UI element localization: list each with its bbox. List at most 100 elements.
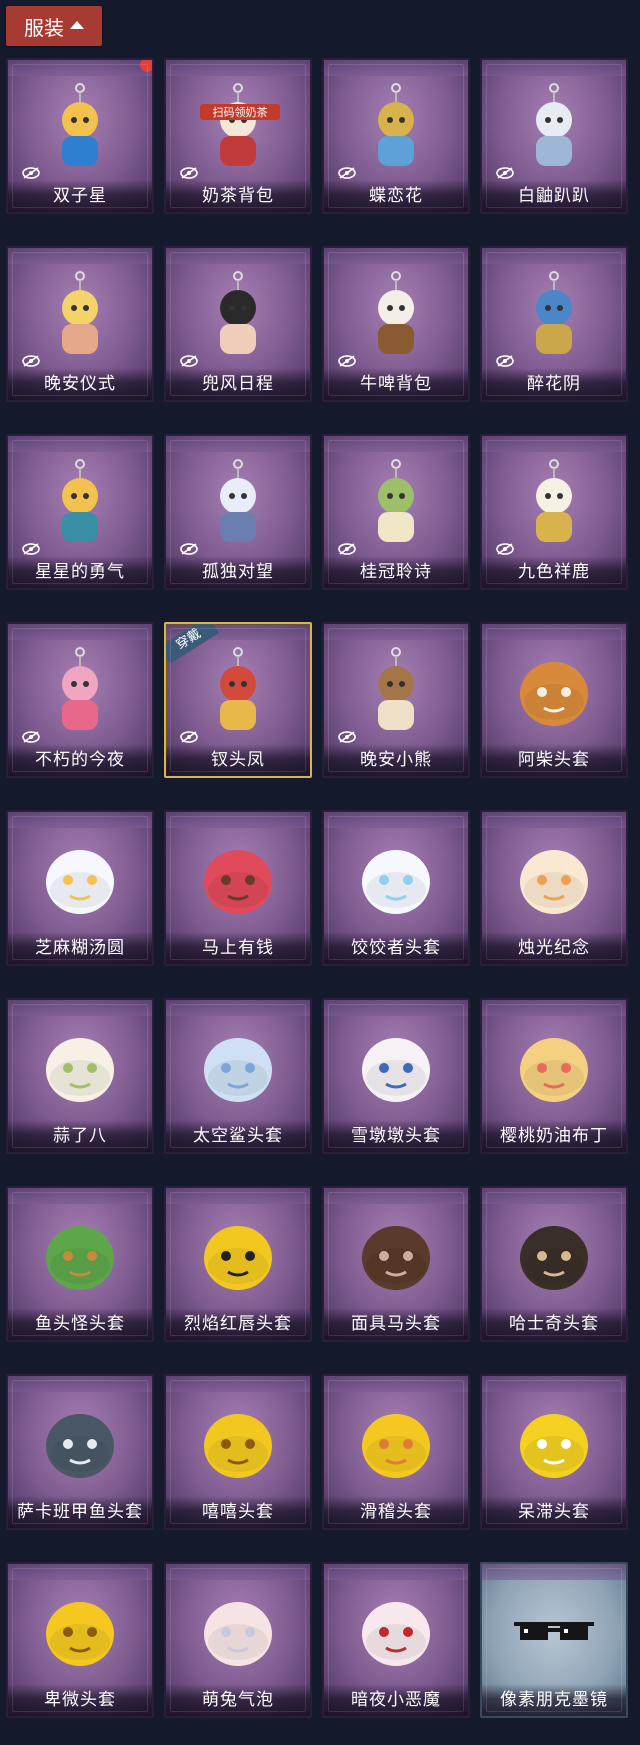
snowman-head-icon xyxy=(354,1020,438,1116)
outfit-card[interactable]: 芝麻糊汤圆 xyxy=(6,810,154,966)
eye-hidden-icon[interactable] xyxy=(22,352,40,367)
outfit-card[interactable]: 马上有钱 xyxy=(164,810,312,966)
eye-hidden-icon[interactable] xyxy=(180,728,198,743)
outfit-label: 牛啤背包 xyxy=(360,374,432,394)
outfit-card[interactable]: 钗头凤 穿戴 xyxy=(164,622,312,778)
outfit-card[interactable]: 不朽的今夜 xyxy=(6,622,154,778)
outfit-label: 太空鲨头套 xyxy=(193,1126,283,1146)
fox-sundae-icon xyxy=(38,644,122,740)
outfit-label: 烈焰红唇头套 xyxy=(184,1314,292,1334)
outfit-label: 不朽的今夜 xyxy=(35,750,125,770)
outfit-label: 嘻嘻头套 xyxy=(202,1502,274,1522)
eye-hidden-icon[interactable] xyxy=(496,352,514,367)
outfit-card[interactable]: 萌兔气泡 xyxy=(164,1562,312,1718)
outfit-card[interactable]: 扫码领奶茶 奶茶背包 xyxy=(164,58,312,214)
sly-emoji-head-icon xyxy=(354,1396,438,1492)
outfit-card[interactable]: 孤独对望 xyxy=(164,434,312,590)
outfit-label: 晚安小熊 xyxy=(360,750,432,770)
outfit-card[interactable]: 烈焰红唇头套 xyxy=(164,1186,312,1342)
outfit-label: 阿柴头套 xyxy=(518,750,590,770)
eye-hidden-icon[interactable] xyxy=(22,728,40,743)
outfit-card[interactable]: 饺饺者头套 xyxy=(322,810,470,966)
outfit-label: 哈士奇头套 xyxy=(509,1314,599,1334)
outfit-card[interactable]: 哈士奇头套 xyxy=(480,1186,628,1342)
outfit-card[interactable]: 蒜了八 xyxy=(6,998,154,1154)
outfit-card[interactable]: 醉花阴 xyxy=(480,246,628,402)
bunny-bubble-icon xyxy=(196,1584,280,1680)
outfit-label: 孤独对望 xyxy=(202,562,274,582)
horse-mask-icon xyxy=(196,832,280,928)
outfit-card[interactable]: 呆滞头套 xyxy=(480,1374,628,1530)
stare-emoji-head-icon xyxy=(512,1396,596,1492)
outfit-card[interactable]: 九色祥鹿 xyxy=(480,434,628,590)
category-tab-clothing[interactable]: 服装 xyxy=(6,6,102,46)
outfit-card[interactable]: 樱桃奶油布丁 xyxy=(480,998,628,1154)
butterfly-bell-icon xyxy=(354,80,438,176)
outfit-label: 萨卡班甲鱼头套 xyxy=(17,1502,143,1522)
pixel-sunglasses-icon xyxy=(512,1584,596,1680)
eye-hidden-icon[interactable] xyxy=(22,164,40,179)
eye-hidden-icon[interactable] xyxy=(338,352,356,367)
eye-hidden-icon[interactable] xyxy=(180,164,198,179)
star-prince-icon xyxy=(38,456,122,552)
eye-hidden-icon[interactable] xyxy=(338,728,356,743)
garlic-head-icon xyxy=(38,1020,122,1116)
eye-hidden-icon[interactable] xyxy=(180,540,198,555)
outfit-card[interactable]: 桂冠聆诗 xyxy=(322,434,470,590)
outfit-label: 面具马头套 xyxy=(351,1314,441,1334)
eye-hidden-icon[interactable] xyxy=(180,352,198,367)
outfit-card[interactable]: 嘻嘻头套 xyxy=(164,1374,312,1530)
outfit-card[interactable]: 像素朋克墨镜 xyxy=(480,1562,628,1718)
horse-head-icon xyxy=(354,1208,438,1304)
outfit-card[interactable]: 滑稽头套 xyxy=(322,1374,470,1530)
lonely-girl-icon xyxy=(196,456,280,552)
humble-emoji-head-icon xyxy=(38,1584,122,1680)
outfit-card[interactable]: 兜风日程 xyxy=(164,246,312,402)
outfit-card[interactable]: 晚安小熊 xyxy=(322,622,470,778)
outfit-label: 白鼬趴趴 xyxy=(518,186,590,206)
outfit-card[interactable]: 萨卡班甲鱼头套 xyxy=(6,1374,154,1530)
outfit-card[interactable]: 双子星 xyxy=(6,58,154,214)
outfit-label: 双子星 xyxy=(53,186,107,206)
devil-horns-icon xyxy=(354,1584,438,1680)
outfit-label: 暗夜小恶魔 xyxy=(351,1690,441,1710)
eye-hidden-icon[interactable] xyxy=(338,164,356,179)
eye-hidden-icon[interactable] xyxy=(22,540,40,555)
cow-beer-bag-icon xyxy=(354,268,438,364)
outfit-card[interactable]: 太空鲨头套 xyxy=(164,998,312,1154)
outfit-card[interactable]: 雪墩墩头套 xyxy=(322,998,470,1154)
outfit-card[interactable]: 鱼头怪头套 xyxy=(6,1186,154,1342)
shiba-head-icon xyxy=(512,644,596,740)
teddy-bear-icon xyxy=(354,644,438,740)
outfit-label: 呆滞头套 xyxy=(518,1502,590,1522)
grin-emoji-head-icon xyxy=(196,1396,280,1492)
eye-hidden-icon[interactable] xyxy=(496,164,514,179)
outfit-label: 马上有钱 xyxy=(202,938,274,958)
outfit-card[interactable]: 蝶恋花 xyxy=(322,58,470,214)
eye-hidden-icon[interactable] xyxy=(338,540,356,555)
outfit-card[interactable]: 牛啤背包 xyxy=(322,246,470,402)
outfit-label: 卑微头套 xyxy=(44,1690,116,1710)
outfit-card[interactable]: 晚安仪式 xyxy=(6,246,154,402)
outfit-card[interactable]: 暗夜小恶魔 xyxy=(322,1562,470,1718)
outfit-label: 蝶恋花 xyxy=(369,186,423,206)
sacabambaspis-head-icon xyxy=(38,1396,122,1492)
outfit-label: 饺饺者头套 xyxy=(351,938,441,958)
outfit-card[interactable]: 阿柴头套 xyxy=(480,622,628,778)
floral-wreath-icon xyxy=(512,268,596,364)
outfit-label: 星星的勇气 xyxy=(35,562,125,582)
outfit-label: 晚安仪式 xyxy=(44,374,116,394)
eye-hidden-icon[interactable] xyxy=(496,540,514,555)
outfit-card[interactable]: 星星的勇气 xyxy=(6,434,154,590)
gemini-keychain-icon xyxy=(38,80,122,176)
deer-charm-icon xyxy=(512,456,596,552)
outfit-card[interactable]: 烛光纪念 xyxy=(480,810,628,966)
rice-ball-head-icon xyxy=(38,832,122,928)
outfit-card[interactable]: 面具马头套 xyxy=(322,1186,470,1342)
pudding-head-icon xyxy=(512,1020,596,1116)
fish-head-icon xyxy=(38,1208,122,1304)
outfit-label: 钗头凤 xyxy=(211,750,265,770)
outfit-card[interactable]: 白鼬趴趴 xyxy=(480,58,628,214)
shark-head-icon xyxy=(196,1020,280,1116)
outfit-card[interactable]: 卑微头套 xyxy=(6,1562,154,1718)
